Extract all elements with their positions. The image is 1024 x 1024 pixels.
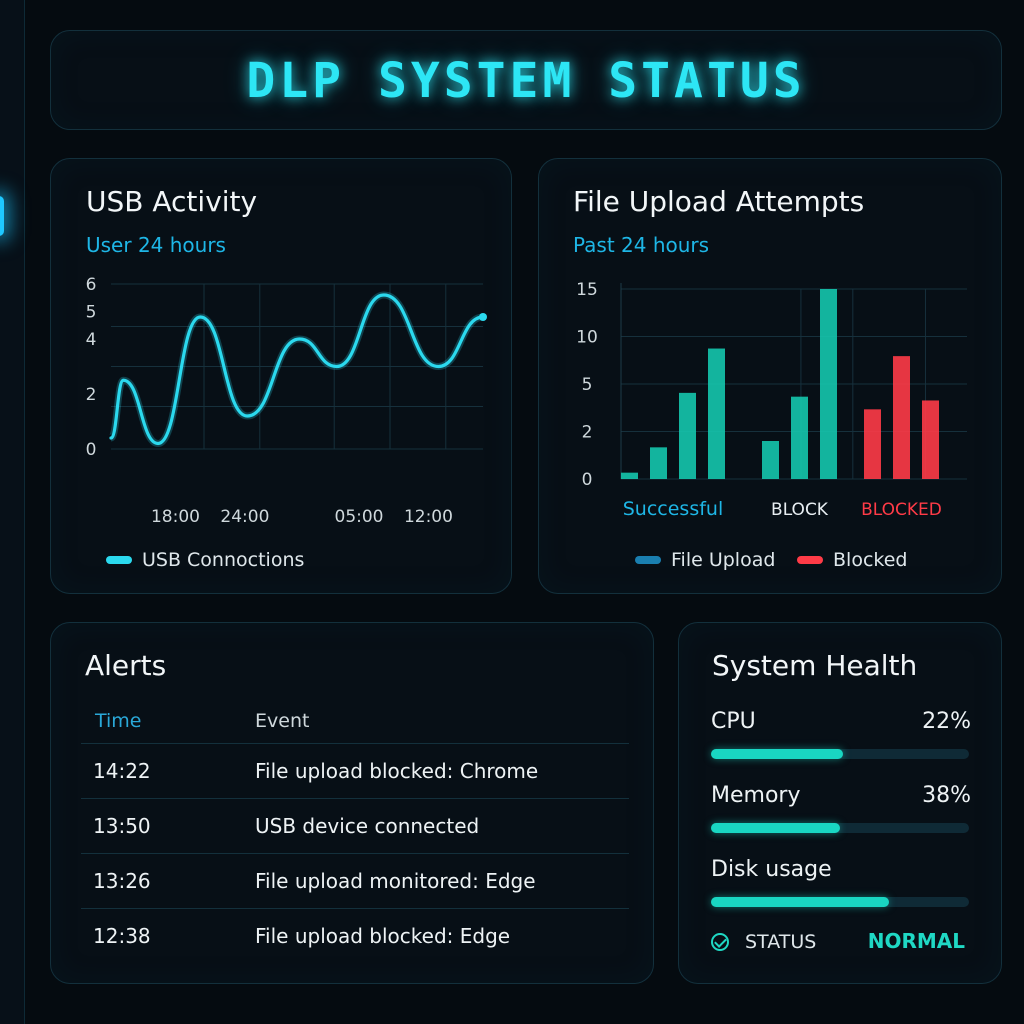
usb-legend-swatch: [106, 556, 132, 564]
title-panel: DLP SYSTEM STATUS: [50, 30, 1002, 130]
bar-group-label: BLOCKED: [861, 500, 942, 520]
y-tick-label: 2: [582, 423, 593, 443]
upload-legend-blocked-swatch: [797, 556, 823, 564]
alert-time: 14:22: [81, 743, 255, 799]
bar: [679, 392, 696, 479]
bar: [864, 409, 881, 479]
alerts-panel: Alerts Time Event 14:22 File upload bloc…: [50, 622, 654, 984]
y-tick-label: 0: [582, 470, 593, 490]
x-tick-label: 12:00: [404, 507, 453, 527]
usb-line-glow: [107, 291, 484, 448]
bar: [621, 472, 638, 479]
cpu-bar-fill: [711, 749, 843, 759]
table-row[interactable]: 13:26 File upload monitored: Edge: [81, 853, 629, 909]
y-tick-label: 2: [86, 385, 97, 405]
usb-line: [109, 293, 485, 446]
usb-legend-label: USB Connoctions: [142, 549, 305, 571]
alert-event: USB device connected: [255, 798, 629, 854]
memory-value: 38%: [922, 783, 971, 808]
file-upload-panel: File Upload Attempts Past 24 hours 0 2 5 10…: [538, 158, 1002, 594]
x-tick-label: 18:00: [151, 507, 200, 527]
bar-group-label: BLOCK: [771, 500, 829, 520]
usb-data-point: [479, 313, 487, 321]
y-tick-label: 0: [86, 440, 97, 460]
y-tick-label: 4: [86, 330, 97, 350]
upload-legend-file-upload-swatch: [635, 556, 661, 564]
alert-event: File upload blocked: Edge: [255, 924, 511, 948]
system-health-panel: System Health CPU 22% Memory 38% Disk us…: [678, 622, 1002, 984]
upload-legend-blocked-label: Blocked: [833, 549, 908, 571]
page-title: DLP SYSTEM STATUS: [246, 53, 806, 109]
usb-legend: USB Connoctions: [106, 549, 304, 571]
table-row[interactable]: 12:38 File upload blocked: Edge: [81, 909, 629, 964]
table-row[interactable]: 14:22 File upload blocked: Chrome: [81, 743, 629, 799]
disk-usage-bar-track: [711, 897, 969, 907]
upload-legend-blocked: Blocked: [797, 549, 907, 571]
alert-time: 13:50: [81, 798, 255, 854]
check-circle-icon: [711, 933, 729, 951]
status-label: STATUS: [745, 931, 817, 953]
file-upload-chart: 0 2 5 10 15 Successful BLOCK BLOCKED: [576, 280, 967, 520]
alert-event: File upload blocked: Chrome: [255, 743, 629, 799]
alert-time: 12:38: [93, 924, 151, 948]
memory-bar-fill: [711, 823, 840, 833]
bar: [791, 396, 808, 479]
bar: [762, 441, 779, 479]
status-badge: NORMAL: [867, 929, 965, 953]
memory-label: Memory: [711, 783, 801, 808]
cpu-label: CPU: [711, 709, 756, 734]
sidebar-active-indicator[interactable]: [0, 196, 4, 236]
bar-group-label: Successful: [623, 498, 724, 520]
y-tick-label: 6: [86, 275, 97, 295]
sidebar-edge: [0, 0, 25, 1024]
bar: [650, 447, 667, 479]
alert-time: 13:26: [81, 853, 255, 909]
y-tick-label: 5: [582, 375, 593, 395]
alerts-title: Alerts: [85, 649, 167, 682]
alerts-col-event: Event: [255, 699, 629, 744]
bar: [820, 289, 837, 479]
bar: [922, 400, 939, 479]
alerts-col-time: Time: [81, 699, 255, 744]
alerts-table: Time Event 14:22 File upload blocked: Ch…: [81, 699, 629, 963]
y-tick-label: 10: [576, 328, 598, 348]
bar: [893, 356, 910, 479]
disk-usage-bar-fill: [711, 897, 890, 907]
usb-activity-panel: USB Activity User 24 hours 0 2 4 5 6 18:00 24:…: [50, 158, 512, 594]
alerts-header-row: Time Event: [81, 699, 629, 744]
status-row: STATUS NORMAL: [711, 929, 969, 959]
usb-activity-chart: 0 2 4 5 6 18:00 24:00 05:00 12:00: [86, 275, 487, 527]
bar: [708, 348, 725, 479]
cpu-value: 22%: [922, 709, 971, 734]
x-tick-label: 05:00: [335, 507, 384, 527]
disk-usage-label: Disk usage: [711, 857, 832, 882]
y-tick-label: 5: [86, 303, 97, 323]
upload-legend-file-upload-label: File Upload: [671, 549, 776, 571]
system-health-title: System Health: [712, 649, 918, 682]
y-tick-label: 15: [576, 280, 598, 300]
table-row[interactable]: 13:50 USB device connected: [81, 798, 629, 854]
upload-legend-file-upload: File Upload: [635, 549, 775, 571]
cpu-bar-track: [711, 749, 969, 759]
x-tick-label: 24:00: [220, 507, 269, 527]
alert-event: File upload monitored: Edge: [255, 853, 629, 909]
memory-bar-track: [711, 823, 969, 833]
